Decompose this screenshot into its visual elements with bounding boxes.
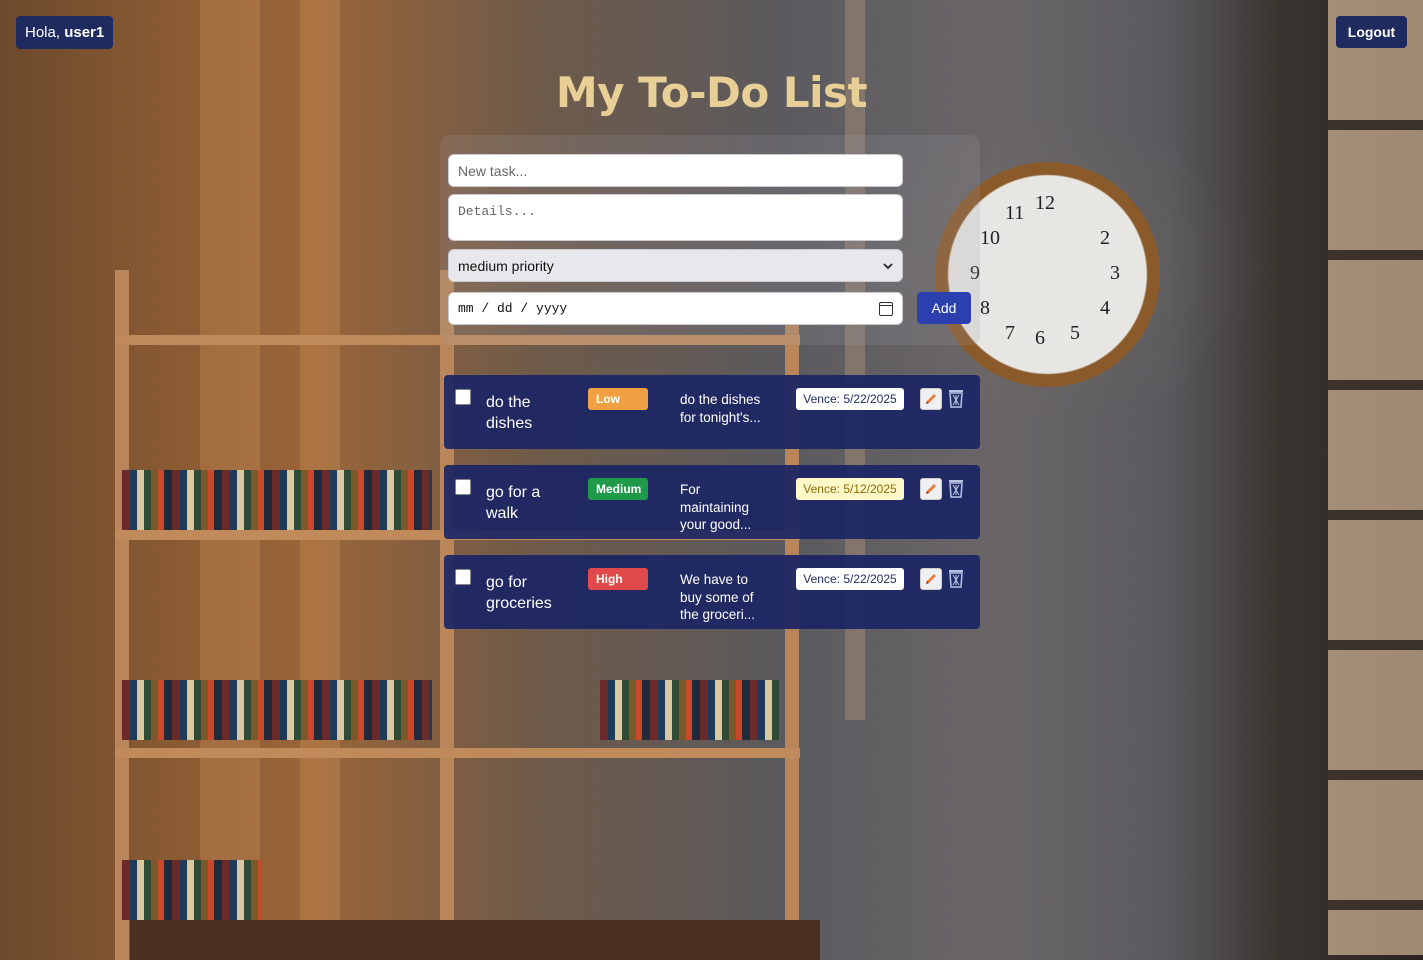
pencil-icon[interactable] — [920, 478, 942, 500]
due-date-badge: Vence: 5/12/2025 — [796, 478, 904, 500]
chevron-down-icon — [883, 262, 893, 269]
task-list: do the dishes Low do the dishes for toni… — [444, 375, 980, 645]
username: user1 — [64, 24, 105, 41]
pencil-icon[interactable] — [920, 388, 942, 410]
date-placeholder: mm / dd / yyyy — [458, 301, 568, 316]
task-description: do the dishes for tonight's... — [680, 392, 761, 425]
task-details-input[interactable] — [448, 194, 903, 241]
priority-badge: Low — [588, 388, 648, 410]
trash-icon[interactable] — [946, 477, 966, 499]
priority-badge: High — [588, 568, 648, 590]
task-item: go for groceries High We have to buy som… — [444, 555, 980, 629]
task-complete-checkbox[interactable] — [455, 389, 471, 405]
trash-icon[interactable] — [946, 567, 966, 589]
priority-badge: Medium — [588, 478, 648, 500]
task-item: do the dishes Low do the dishes for toni… — [444, 375, 980, 449]
task-name: go for groceries — [486, 574, 552, 612]
user-greeting: Hola, user1 — [16, 16, 114, 49]
task-title-input[interactable] — [448, 154, 903, 187]
logout-button[interactable]: Logout — [1336, 16, 1407, 48]
priority-select[interactable]: medium priority — [448, 249, 903, 282]
task-complete-checkbox[interactable] — [455, 479, 471, 495]
task-name: do the dishes — [486, 394, 533, 432]
greeting-prefix: Hola, — [25, 24, 61, 41]
add-task-button[interactable]: Add — [917, 292, 971, 324]
task-item: go for a walk Medium For maintaining you… — [444, 465, 980, 539]
task-complete-checkbox[interactable] — [455, 569, 471, 585]
task-name: go for a walk — [486, 484, 541, 522]
pencil-icon[interactable] — [920, 568, 942, 590]
calendar-icon[interactable] — [879, 301, 893, 316]
task-description: We have to buy some of the groceri... — [680, 572, 756, 622]
page-title: My To-Do List — [555, 68, 868, 117]
due-date-badge: Vence: 5/22/2025 — [796, 388, 904, 410]
due-date-badge: Vence: 5/22/2025 — [796, 568, 904, 590]
trash-icon[interactable] — [946, 387, 966, 409]
priority-select-value: medium priority — [458, 257, 554, 274]
due-date-input[interactable]: mm / dd / yyyy — [448, 292, 903, 325]
task-description: For maintaining your good... — [680, 482, 752, 532]
